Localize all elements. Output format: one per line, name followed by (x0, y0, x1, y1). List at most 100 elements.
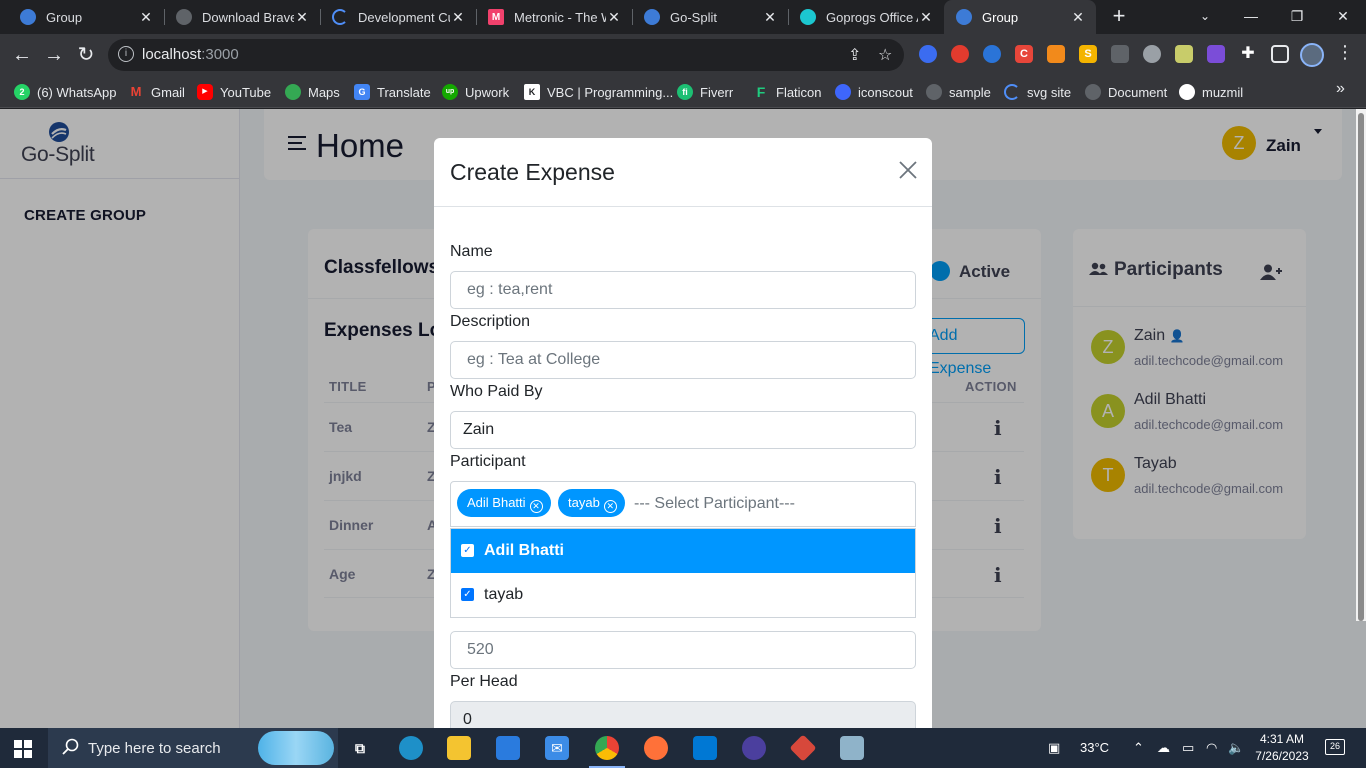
temperature[interactable]: 33°C (1080, 740, 1109, 755)
bookmark-item[interactable]: ▶ YouTube (197, 82, 271, 102)
close-icon[interactable]: ✕ (762, 9, 778, 26)
close-window-button[interactable]: ✕ (1320, 0, 1366, 34)
bookmark-label: muzmil (1202, 84, 1244, 100)
close-icon[interactable]: ✕ (294, 9, 310, 26)
browser-tab[interactable]: Go-Split ✕ (632, 0, 788, 34)
pen-icon[interactable] (1175, 45, 1193, 63)
extension-icon[interactable] (951, 45, 969, 63)
app-icon[interactable] (840, 736, 864, 760)
bookmark-item[interactable]: svg site (1004, 82, 1071, 102)
paid-by-select[interactable]: Zain (450, 411, 916, 449)
git-icon[interactable] (789, 734, 817, 762)
vscode-icon[interactable] (693, 736, 717, 760)
bookmark-item[interactable]: K VBC | Programming... (524, 82, 673, 102)
dropdown-option[interactable]: ✓ Adil Bhatti (451, 529, 915, 573)
scrollbar-thumb[interactable] (1358, 113, 1364, 621)
menu-icon[interactable]: ⋮ (1336, 42, 1354, 63)
browser-tab[interactable]: Group ✕ (8, 0, 164, 34)
bookmark-item[interactable]: up Upwork (442, 82, 509, 102)
mail-icon[interactable]: ✉ (545, 736, 569, 760)
share-icon[interactable]: ⇪ (848, 45, 861, 65)
close-icon[interactable]: ✕ (450, 9, 466, 26)
address-bar[interactable]: i localhost:3000 ⇪ ☆ (108, 39, 904, 71)
url-text: localhost:3000 (142, 46, 239, 63)
close-icon[interactable]: ✕ (918, 9, 934, 26)
edge-icon[interactable] (399, 736, 423, 760)
bookmark-item[interactable]: F Flaticon (753, 82, 822, 102)
browser-tab[interactable]: Goprogs Office A ✕ (788, 0, 944, 34)
bookmark-star-icon[interactable]: ☆ (878, 45, 892, 65)
battery-icon[interactable]: ▭ (1182, 740, 1194, 756)
remove-chip-icon[interactable]: ✕ (529, 500, 543, 513)
metamask-icon[interactable] (1047, 45, 1065, 63)
remove-chip-icon[interactable]: ✕ (603, 500, 617, 513)
taskbar-search[interactable]: Type here to search (48, 728, 338, 768)
bookmarks-overflow-icon[interactable]: » (1336, 80, 1345, 98)
app-icon[interactable] (742, 736, 766, 760)
chevron-up-icon[interactable]: ⌃ (1133, 740, 1144, 756)
description-input[interactable]: eg : Tea at College (450, 341, 916, 379)
store-icon[interactable] (496, 736, 520, 760)
close-icon[interactable] (898, 160, 918, 180)
bookmark-item[interactable]: Maps (285, 82, 340, 102)
bookmark-item[interactable]: Document (1085, 82, 1167, 102)
bookmark-label: sample (949, 84, 991, 100)
cloud-icon[interactable]: ☁ (1157, 740, 1170, 756)
volume-icon[interactable]: 🔈 (1228, 740, 1244, 756)
extension-icon[interactable] (983, 45, 1001, 63)
close-icon[interactable]: ✕ (606, 9, 622, 26)
participant-search-input[interactable]: --- Select Participant--- (634, 495, 795, 513)
new-tab-button[interactable]: + (1106, 5, 1132, 29)
restore-button[interactable]: ❐ (1274, 0, 1320, 34)
file-explorer-icon[interactable] (447, 736, 471, 760)
site-info-icon[interactable]: i (118, 46, 134, 62)
side-panel-icon[interactable] (1271, 45, 1289, 63)
checkbox-checked-icon[interactable]: ✓ (461, 544, 474, 557)
bookmark-label: YouTube (220, 84, 272, 100)
task-view-icon[interactable]: ⧉ (348, 736, 372, 760)
bookmark-item[interactable]: muzmil (1179, 82, 1243, 102)
browser-tab[interactable]: Development Cu ✕ (320, 0, 476, 34)
flaticon-icon: F (756, 84, 766, 100)
browser-tab[interactable]: M Metronic - The W ✕ (476, 0, 632, 34)
puzzle-icon[interactable]: ✚ (1239, 45, 1257, 63)
chrome-icon[interactable] (595, 736, 619, 760)
amount-input[interactable]: 520 (450, 631, 916, 669)
extension-icon[interactable]: S (1079, 45, 1097, 63)
bookmark-item[interactable]: G Translate (354, 82, 431, 102)
bookmark-item[interactable]: M Gmail (128, 82, 185, 102)
tab-search-icon[interactable]: ⌄ (1182, 0, 1228, 34)
notification-icon[interactable]: 26 (1325, 739, 1345, 755)
close-icon[interactable]: ✕ (1070, 9, 1086, 26)
bookmark-item[interactable]: sample (926, 82, 991, 102)
back-icon[interactable]: ← (9, 42, 35, 68)
reload-icon[interactable]: ↻ (73, 42, 99, 68)
page-scrollbar[interactable] (1356, 109, 1366, 621)
dropdown-option[interactable]: ✓ tayab (451, 573, 915, 617)
minimize-button[interactable]: — (1228, 0, 1274, 34)
tab-title: Metronic - The W (514, 9, 606, 25)
close-icon[interactable]: ✕ (138, 9, 154, 26)
extension-icon[interactable] (1111, 45, 1129, 63)
bookmark-item[interactable]: fi Fiverr (677, 82, 733, 102)
profile-avatar[interactable] (1300, 43, 1324, 67)
forward-icon[interactable]: → (41, 42, 67, 68)
checkbox-checked-icon[interactable]: ✓ (461, 588, 474, 601)
vbc-icon: K (524, 84, 540, 100)
browser-tab-active[interactable]: Group ✕ (944, 0, 1096, 34)
extension-icon[interactable] (1143, 45, 1161, 63)
wifi-icon[interactable]: ◠ (1206, 740, 1217, 756)
extension-icon[interactable] (919, 45, 937, 63)
bookmark-item[interactable]: iconscout (835, 82, 913, 102)
windows-start-icon[interactable] (14, 740, 32, 758)
name-input[interactable]: eg : tea,rent (450, 271, 916, 309)
bookmark-label: Fiverr (700, 84, 734, 100)
participant-multiselect[interactable]: Adil Bhatti ✕ tayab ✕ --- Select Participa… (450, 481, 916, 527)
bookmark-item[interactable]: 2 (6) WhatsApp (14, 82, 116, 102)
extension-icon[interactable]: C (1015, 45, 1033, 63)
weather-icon[interactable]: ▣ (1048, 740, 1060, 756)
clock[interactable]: 4:31 AM 7/26/2023 (1254, 731, 1310, 765)
extension-icon[interactable] (1207, 45, 1225, 63)
firefox-icon[interactable] (644, 736, 668, 760)
browser-tab[interactable]: Download Brave ✕ (164, 0, 320, 34)
